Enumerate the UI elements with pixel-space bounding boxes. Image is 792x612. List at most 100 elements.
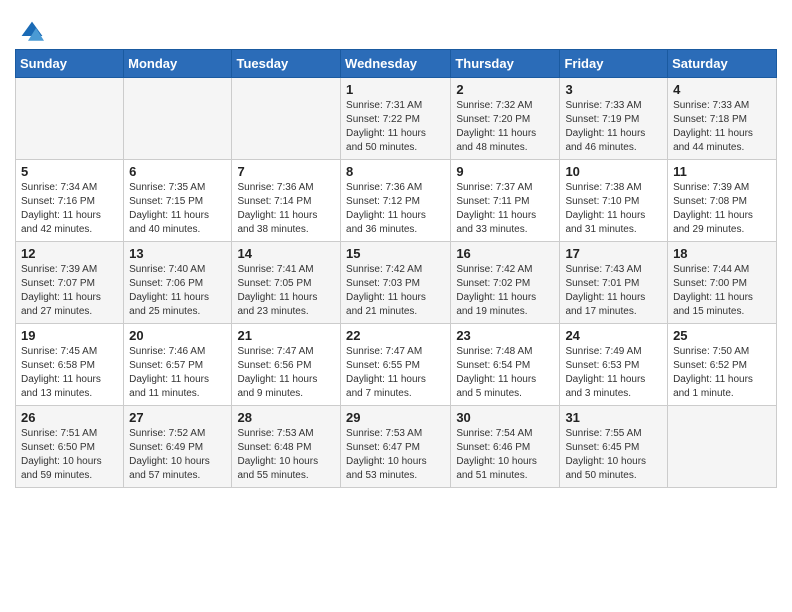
logo-icon bbox=[20, 20, 44, 44]
day-number: 21 bbox=[237, 328, 335, 343]
calendar-cell bbox=[16, 78, 124, 160]
calendar-cell: 5 Sunrise: 7:34 AM Sunset: 7:16 PM Daylig… bbox=[16, 160, 124, 242]
calendar-cell: 29Sunrise: 7:53 AM Sunset: 6:47 PM Dayli… bbox=[341, 406, 451, 488]
calendar-cell: 21 Sunrise: 7:47 AM Sunset: 6:56 PM Dayli… bbox=[232, 324, 341, 406]
weekday-header-sunday: Sunday bbox=[16, 50, 124, 78]
day-number: 26 bbox=[21, 410, 118, 425]
calendar-cell: 30 Sunrise: 7:54 AM Sunset: 6:46 PM Dayli… bbox=[451, 406, 560, 488]
day-number: 4 bbox=[673, 82, 771, 97]
day-number: 23 bbox=[456, 328, 554, 343]
day-number: 25 bbox=[673, 328, 771, 343]
day-info: Sunrise: 7:39 AM Sunset: 7:07 PM Dayligh… bbox=[21, 263, 118, 319]
calendar-cell: 31 Sunrise: 7:55 AM Sunset: 6:45 PM Dayli… bbox=[560, 406, 668, 488]
day-info: Sunrise: 7:42 AM Sunset: 7:03 PM Dayligh… bbox=[346, 263, 445, 319]
day-number: 12 bbox=[21, 246, 118, 261]
day-number: 20 bbox=[129, 328, 226, 343]
day-number: 22 bbox=[346, 328, 445, 343]
day-info: Sunrise: 7:36 AM Sunset: 7:14 PM Dayligh… bbox=[237, 181, 335, 237]
day-info: Sunrise: 7:44 AM Sunset: 7:00 PM Dayligh… bbox=[673, 263, 771, 319]
day-info: Sunrise: 7:35 AM Sunset: 7:15 PM Dayligh… bbox=[129, 181, 226, 237]
day-info: Sunrise: 7:53 AM Sunset: 6:47 PM Dayligh… bbox=[346, 427, 445, 483]
day-number: 28 bbox=[237, 410, 335, 425]
day-info: Sunrise: 7:50 AM Sunset: 6:52 PM Dayligh… bbox=[673, 345, 771, 401]
calendar-header: SundayMondayTuesdayWednesdayThursdayFrid… bbox=[16, 50, 777, 78]
day-info: Sunrise: 7:51 AM Sunset: 6:50 PM Dayligh… bbox=[21, 427, 118, 483]
calendar-cell: 17Sunrise: 7:43 AM Sunset: 7:01 PM Dayli… bbox=[560, 242, 668, 324]
day-info: Sunrise: 7:37 AM Sunset: 7:11 PM Dayligh… bbox=[456, 181, 554, 237]
day-number: 14 bbox=[237, 246, 335, 261]
calendar-cell: 15Sunrise: 7:42 AM Sunset: 7:03 PM Dayli… bbox=[341, 242, 451, 324]
day-number: 7 bbox=[237, 164, 335, 179]
day-info: Sunrise: 7:49 AM Sunset: 6:53 PM Dayligh… bbox=[565, 345, 662, 401]
calendar-cell bbox=[124, 78, 232, 160]
weekday-row: SundayMondayTuesdayWednesdayThursdayFrid… bbox=[16, 50, 777, 78]
day-info: Sunrise: 7:38 AM Sunset: 7:10 PM Dayligh… bbox=[565, 181, 662, 237]
header bbox=[10, 10, 782, 49]
calendar-cell: 27 Sunrise: 7:52 AM Sunset: 6:49 PM Dayli… bbox=[124, 406, 232, 488]
weekday-header-wednesday: Wednesday bbox=[341, 50, 451, 78]
day-info: Sunrise: 7:36 AM Sunset: 7:12 PM Dayligh… bbox=[346, 181, 445, 237]
day-number: 8 bbox=[346, 164, 445, 179]
calendar-cell: 11 Sunrise: 7:39 AM Sunset: 7:08 PM Dayli… bbox=[668, 160, 777, 242]
day-info: Sunrise: 7:32 AM Sunset: 7:20 PM Dayligh… bbox=[456, 99, 554, 155]
day-info: Sunrise: 7:34 AM Sunset: 7:16 PM Dayligh… bbox=[21, 181, 118, 237]
calendar-cell: 28Sunrise: 7:53 AM Sunset: 6:48 PM Dayli… bbox=[232, 406, 341, 488]
weekday-header-saturday: Saturday bbox=[668, 50, 777, 78]
day-number: 5 bbox=[21, 164, 118, 179]
calendar-cell: 24 Sunrise: 7:49 AM Sunset: 6:53 PM Dayli… bbox=[560, 324, 668, 406]
calendar-cell: 12 Sunrise: 7:39 AM Sunset: 7:07 PM Dayli… bbox=[16, 242, 124, 324]
day-number: 9 bbox=[456, 164, 554, 179]
calendar-body: 1 Sunrise: 7:31 AM Sunset: 7:22 PM Daylig… bbox=[16, 78, 777, 488]
day-info: Sunrise: 7:40 AM Sunset: 7:06 PM Dayligh… bbox=[129, 263, 226, 319]
day-number: 11 bbox=[673, 164, 771, 179]
calendar-cell: 2 Sunrise: 7:32 AM Sunset: 7:20 PM Daylig… bbox=[451, 78, 560, 160]
calendar-week-3: 19Sunrise: 7:45 AM Sunset: 6:58 PM Dayli… bbox=[16, 324, 777, 406]
calendar-cell: 9 Sunrise: 7:37 AM Sunset: 7:11 PM Daylig… bbox=[451, 160, 560, 242]
day-info: Sunrise: 7:33 AM Sunset: 7:18 PM Dayligh… bbox=[673, 99, 771, 155]
calendar-cell: 13Sunrise: 7:40 AM Sunset: 7:06 PM Dayli… bbox=[124, 242, 232, 324]
day-number: 17 bbox=[565, 246, 662, 261]
day-number: 24 bbox=[565, 328, 662, 343]
logo bbox=[20, 20, 48, 44]
calendar-cell: 7 Sunrise: 7:36 AM Sunset: 7:14 PM Daylig… bbox=[232, 160, 341, 242]
calendar-cell: 18 Sunrise: 7:44 AM Sunset: 7:00 PM Dayli… bbox=[668, 242, 777, 324]
day-number: 10 bbox=[565, 164, 662, 179]
calendar-week-0: 1 Sunrise: 7:31 AM Sunset: 7:22 PM Daylig… bbox=[16, 78, 777, 160]
calendar-cell: 22 Sunrise: 7:47 AM Sunset: 6:55 PM Dayli… bbox=[341, 324, 451, 406]
day-number: 31 bbox=[565, 410, 662, 425]
day-number: 2 bbox=[456, 82, 554, 97]
day-info: Sunrise: 7:39 AM Sunset: 7:08 PM Dayligh… bbox=[673, 181, 771, 237]
day-number: 16 bbox=[456, 246, 554, 261]
day-number: 18 bbox=[673, 246, 771, 261]
calendar-cell: 16 Sunrise: 7:42 AM Sunset: 7:02 PM Dayli… bbox=[451, 242, 560, 324]
day-info: Sunrise: 7:33 AM Sunset: 7:19 PM Dayligh… bbox=[565, 99, 662, 155]
calendar-cell: 26 Sunrise: 7:51 AM Sunset: 6:50 PM Dayli… bbox=[16, 406, 124, 488]
weekday-header-tuesday: Tuesday bbox=[232, 50, 341, 78]
day-number: 3 bbox=[565, 82, 662, 97]
calendar-week-4: 26 Sunrise: 7:51 AM Sunset: 6:50 PM Dayli… bbox=[16, 406, 777, 488]
day-number: 1 bbox=[346, 82, 445, 97]
calendar-cell: 6Sunrise: 7:35 AM Sunset: 7:15 PM Daylig… bbox=[124, 160, 232, 242]
calendar-cell: 25 Sunrise: 7:50 AM Sunset: 6:52 PM Dayli… bbox=[668, 324, 777, 406]
day-info: Sunrise: 7:42 AM Sunset: 7:02 PM Dayligh… bbox=[456, 263, 554, 319]
day-info: Sunrise: 7:45 AM Sunset: 6:58 PM Dayligh… bbox=[21, 345, 118, 401]
calendar-week-2: 12 Sunrise: 7:39 AM Sunset: 7:07 PM Dayli… bbox=[16, 242, 777, 324]
day-number: 27 bbox=[129, 410, 226, 425]
day-info: Sunrise: 7:46 AM Sunset: 6:57 PM Dayligh… bbox=[129, 345, 226, 401]
day-info: Sunrise: 7:52 AM Sunset: 6:49 PM Dayligh… bbox=[129, 427, 226, 483]
day-info: Sunrise: 7:47 AM Sunset: 6:56 PM Dayligh… bbox=[237, 345, 335, 401]
calendar-cell: 4 Sunrise: 7:33 AM Sunset: 7:18 PM Daylig… bbox=[668, 78, 777, 160]
day-number: 30 bbox=[456, 410, 554, 425]
calendar-cell: 1 Sunrise: 7:31 AM Sunset: 7:22 PM Daylig… bbox=[341, 78, 451, 160]
day-info: Sunrise: 7:54 AM Sunset: 6:46 PM Dayligh… bbox=[456, 427, 554, 483]
day-info: Sunrise: 7:47 AM Sunset: 6:55 PM Dayligh… bbox=[346, 345, 445, 401]
day-info: Sunrise: 7:31 AM Sunset: 7:22 PM Dayligh… bbox=[346, 99, 445, 155]
calendar-cell: 14 Sunrise: 7:41 AM Sunset: 7:05 PM Dayli… bbox=[232, 242, 341, 324]
calendar-table: SundayMondayTuesdayWednesdayThursdayFrid… bbox=[15, 49, 777, 488]
day-info: Sunrise: 7:41 AM Sunset: 7:05 PM Dayligh… bbox=[237, 263, 335, 319]
day-info: Sunrise: 7:55 AM Sunset: 6:45 PM Dayligh… bbox=[565, 427, 662, 483]
weekday-header-thursday: Thursday bbox=[451, 50, 560, 78]
calendar-cell: 20 Sunrise: 7:46 AM Sunset: 6:57 PM Dayli… bbox=[124, 324, 232, 406]
weekday-header-monday: Monday bbox=[124, 50, 232, 78]
weekday-header-friday: Friday bbox=[560, 50, 668, 78]
